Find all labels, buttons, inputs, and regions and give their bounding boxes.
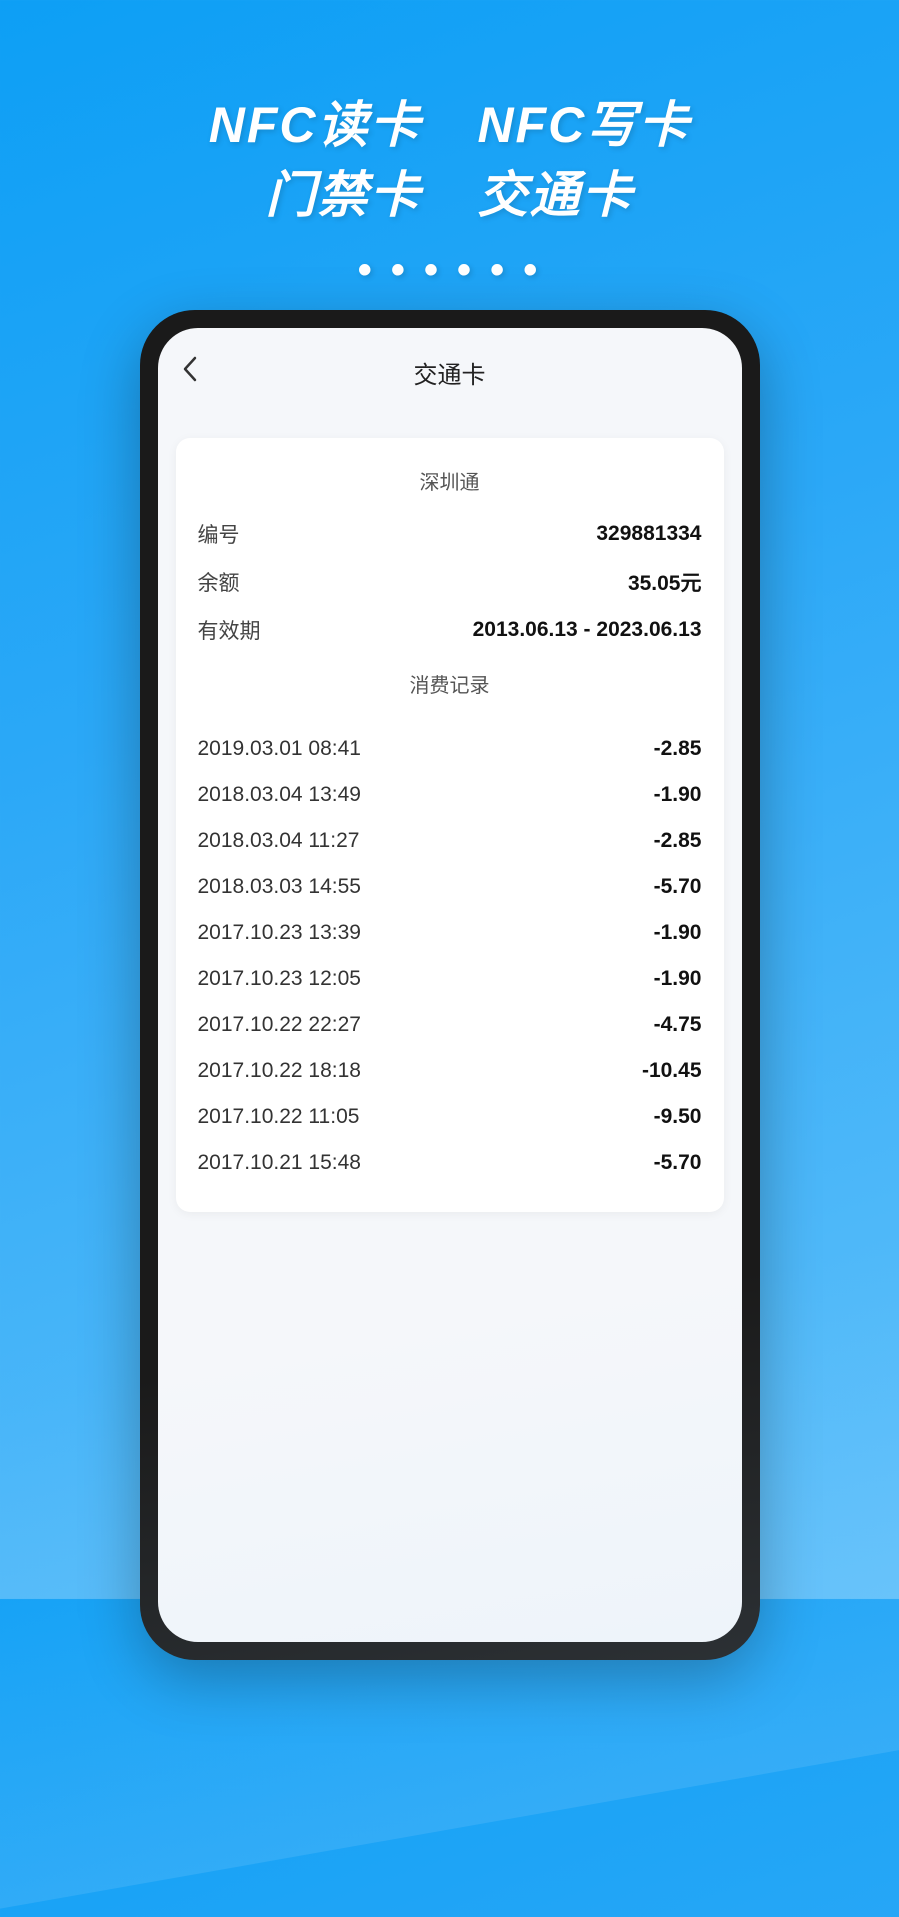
hero-text-nfc-read: NFC读卡 xyxy=(209,97,422,153)
record-row[interactable]: 2017.10.23 13:39 -1.90 xyxy=(198,910,702,956)
page-title: 交通卡 xyxy=(178,355,722,390)
record-row[interactable]: 2017.10.21 15:48 -5.70 xyxy=(198,1140,702,1186)
hero-text-access-card: 门禁卡 xyxy=(266,167,422,223)
record-date: 2017.10.23 12:05 xyxy=(198,967,362,991)
hero-text-nfc-write: NFC写卡 xyxy=(477,97,690,153)
label-balance: 余额 xyxy=(198,567,240,597)
record-amount: -10.45 xyxy=(642,1059,702,1083)
record-date: 2017.10.22 22:27 xyxy=(198,1013,362,1037)
record-amount: -2.85 xyxy=(654,829,702,853)
phone-screen: 交通卡 深圳通 编号 329881334 余额 35.05元 有效期 2013.… xyxy=(158,328,742,1642)
record-amount: -9.50 xyxy=(654,1105,702,1129)
hero-text-transit-card: 交通卡 xyxy=(477,167,633,223)
record-date: 2017.10.23 13:39 xyxy=(198,921,362,945)
record-row[interactable]: 2018.03.04 13:49 -1.90 xyxy=(198,772,702,818)
info-row-balance: 余额 35.05元 xyxy=(198,567,702,597)
hero-section: NFC读卡 NFC写卡 门禁卡 交通卡 • • • • • • xyxy=(0,0,899,293)
record-date: 2018.03.04 11:27 xyxy=(198,829,360,853)
hero-dots: • • • • • • xyxy=(0,248,899,293)
label-id: 编号 xyxy=(198,519,240,549)
record-row[interactable]: 2017.10.22 22:27 -4.75 xyxy=(198,1002,702,1048)
record-amount: -4.75 xyxy=(654,1013,702,1037)
phone-frame: 交通卡 深圳通 编号 329881334 余额 35.05元 有效期 2013.… xyxy=(140,310,760,1660)
records-title: 消费记录 xyxy=(198,669,702,698)
record-amount: -1.90 xyxy=(654,783,702,807)
info-row-validity: 有效期 2013.06.13 - 2023.06.13 xyxy=(198,615,702,645)
back-button[interactable] xyxy=(182,355,198,390)
record-date: 2018.03.04 13:49 xyxy=(198,783,362,807)
record-amount: -5.70 xyxy=(654,875,702,899)
record-row[interactable]: 2017.10.22 18:18 -10.45 xyxy=(198,1048,702,1094)
chevron-left-icon xyxy=(182,355,198,383)
card-panel: 深圳通 编号 329881334 余额 35.05元 有效期 2013.06.1… xyxy=(176,438,724,1212)
hero-line-2: 门禁卡 交通卡 xyxy=(0,160,899,230)
card-name: 深圳通 xyxy=(198,466,702,495)
record-amount: -5.70 xyxy=(654,1151,702,1175)
app-header: 交通卡 xyxy=(158,328,742,408)
record-row[interactable]: 2017.10.23 12:05 -1.90 xyxy=(198,956,702,1002)
record-row[interactable]: 2018.03.04 11:27 -2.85 xyxy=(198,818,702,864)
value-validity: 2013.06.13 - 2023.06.13 xyxy=(473,618,702,642)
record-date: 2019.03.01 08:41 xyxy=(198,737,362,761)
record-amount: -1.90 xyxy=(654,967,702,991)
label-validity: 有效期 xyxy=(198,615,261,645)
record-date: 2017.10.22 11:05 xyxy=(198,1105,360,1129)
record-row[interactable]: 2019.03.01 08:41 -2.85 xyxy=(198,726,702,772)
record-row[interactable]: 2018.03.03 14:55 -5.70 xyxy=(198,864,702,910)
records-list: 2019.03.01 08:41 -2.85 2018.03.04 13:49 -1.… xyxy=(198,726,702,1186)
record-amount: -1.90 xyxy=(654,921,702,945)
record-amount: -2.85 xyxy=(654,737,702,761)
record-date: 2018.03.03 14:55 xyxy=(198,875,362,899)
record-row[interactable]: 2017.10.22 11:05 -9.50 xyxy=(198,1094,702,1140)
record-date: 2017.10.21 15:48 xyxy=(198,1151,362,1175)
value-balance: 35.05元 xyxy=(628,567,702,597)
info-row-id: 编号 329881334 xyxy=(198,519,702,549)
record-date: 2017.10.22 18:18 xyxy=(198,1059,362,1083)
hero-line-1: NFC读卡 NFC写卡 xyxy=(0,90,899,160)
value-id: 329881334 xyxy=(596,522,701,546)
